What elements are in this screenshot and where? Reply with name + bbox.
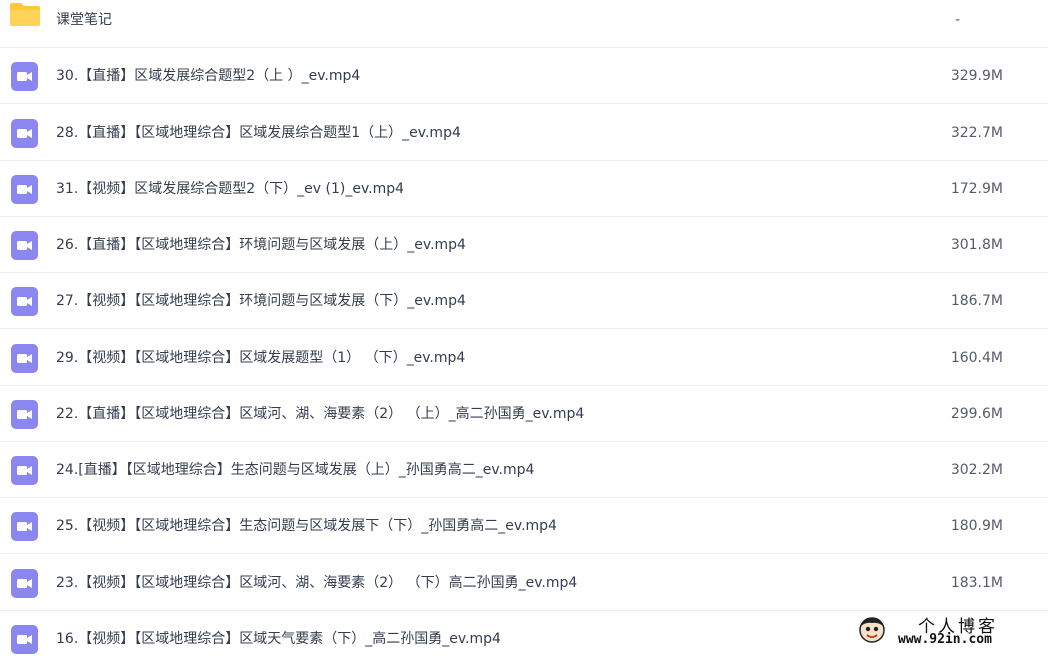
video-file-icon [11,344,38,373]
list-item[interactable]: 30.【直播】区域发展综合题型2（上 ）_ev.mp4 329.9M [0,48,1048,104]
watermark-url: www.92in.com [898,632,992,647]
video-file-icon [11,62,38,91]
file-name: 28.【直播】【区域地理综合】区域发展综合题型1（上）_ev.mp4 [56,125,461,141]
video-file-icon [11,456,38,485]
file-name: 16.【视频】【区域地理综合】区域天气要素（下）_高二孙国勇_ev.mp4 [56,631,501,647]
file-size: 186.7M [950,293,1003,309]
file-size: 172.9M [950,181,1003,197]
file-name: 22.【直播】【区域地理综合】区域河、湖、海要素（2） （上）_高二孙国勇_ev… [56,406,585,422]
list-item[interactable]: 25.【视频】【区域地理综合】生态问题与区域发展下（下）_孙国勇高二_ev.mp… [0,498,1048,554]
file-size: 322.7M [950,125,1003,141]
mascot-logo-icon [859,617,885,643]
list-item[interactable]: 22.【直播】【区域地理综合】区域河、湖、海要素（2） （上）_高二孙国勇_ev… [0,386,1048,442]
file-name: 27.【视频】【区域地理综合】环境问题与区域发展（下）_ev.mp4 [56,293,466,309]
list-item[interactable]: 27.【视频】【区域地理综合】环境问题与区域发展（下）_ev.mp4 186.7… [0,273,1048,329]
file-name: 24.[直播】【区域地理综合】生态问题与区域发展（上）_孙国勇高二_ev.mp4 [56,462,535,478]
video-file-icon [11,175,38,204]
list-item[interactable]: 31.【视频】区域发展综合题型2（下）_ev (1)_ev.mp4 172.9M [0,161,1048,217]
video-file-icon [11,625,38,654]
list-item[interactable]: 23.【视频】【区域地理综合】区域河、湖、海要素（2） （下）高二孙国勇_ev.… [0,555,1048,611]
file-name: 30.【直播】区域发展综合题型2（上 ）_ev.mp4 [56,68,361,84]
watermark: 个人博客 www.92in.com [852,612,1048,652]
list-item[interactable]: 26.【直播】【区域地理综合】环境问题与区域发展（上）_ev.mp4 301.8… [0,217,1048,273]
list-item[interactable]: 24.[直播】【区域地理综合】生态问题与区域发展（上）_孙国勇高二_ev.mp4… [0,442,1048,498]
file-size: 301.8M [950,237,1003,253]
file-list: 课堂笔记 - 30.【直播】区域发展综合题型2（上 ）_ev.mp4 329.9… [0,0,1048,654]
file-size: 302.2M [950,462,1003,478]
file-size: 299.6M [950,406,1003,422]
video-file-icon [11,400,38,429]
file-size: 160.4M [950,350,1003,366]
file-name: 课堂笔记 [56,12,112,28]
video-file-icon [11,569,38,598]
file-name: 23.【视频】【区域地理综合】区域河、湖、海要素（2） （下）高二孙国勇_ev.… [56,575,578,591]
file-size: - [954,12,960,28]
video-file-icon [11,119,38,148]
folder-icon [10,3,40,26]
file-size: 180.9M [950,518,1003,534]
file-name: 31.【视频】区域发展综合题型2（下）_ev (1)_ev.mp4 [56,181,405,197]
file-name: 29.【视频】【区域地理综合】区域发展题型（1） （下）_ev.mp4 [56,350,466,366]
file-size: 183.1M [950,575,1003,591]
file-name: 25.【视频】【区域地理综合】生态问题与区域发展下（下）_孙国勇高二_ev.mp… [56,518,557,534]
video-file-icon [11,231,38,260]
video-file-icon [11,512,38,541]
file-size: 329.9M [950,68,1003,84]
list-item[interactable]: 28.【直播】【区域地理综合】区域发展综合题型1（上）_ev.mp4 322.7… [0,105,1048,161]
list-item[interactable]: 课堂笔记 - [0,0,1048,48]
video-file-icon [11,287,38,316]
list-item[interactable]: 29.【视频】【区域地理综合】区域发展题型（1） （下）_ev.mp4 160.… [0,330,1048,386]
file-name: 26.【直播】【区域地理综合】环境问题与区域发展（上）_ev.mp4 [56,237,466,253]
